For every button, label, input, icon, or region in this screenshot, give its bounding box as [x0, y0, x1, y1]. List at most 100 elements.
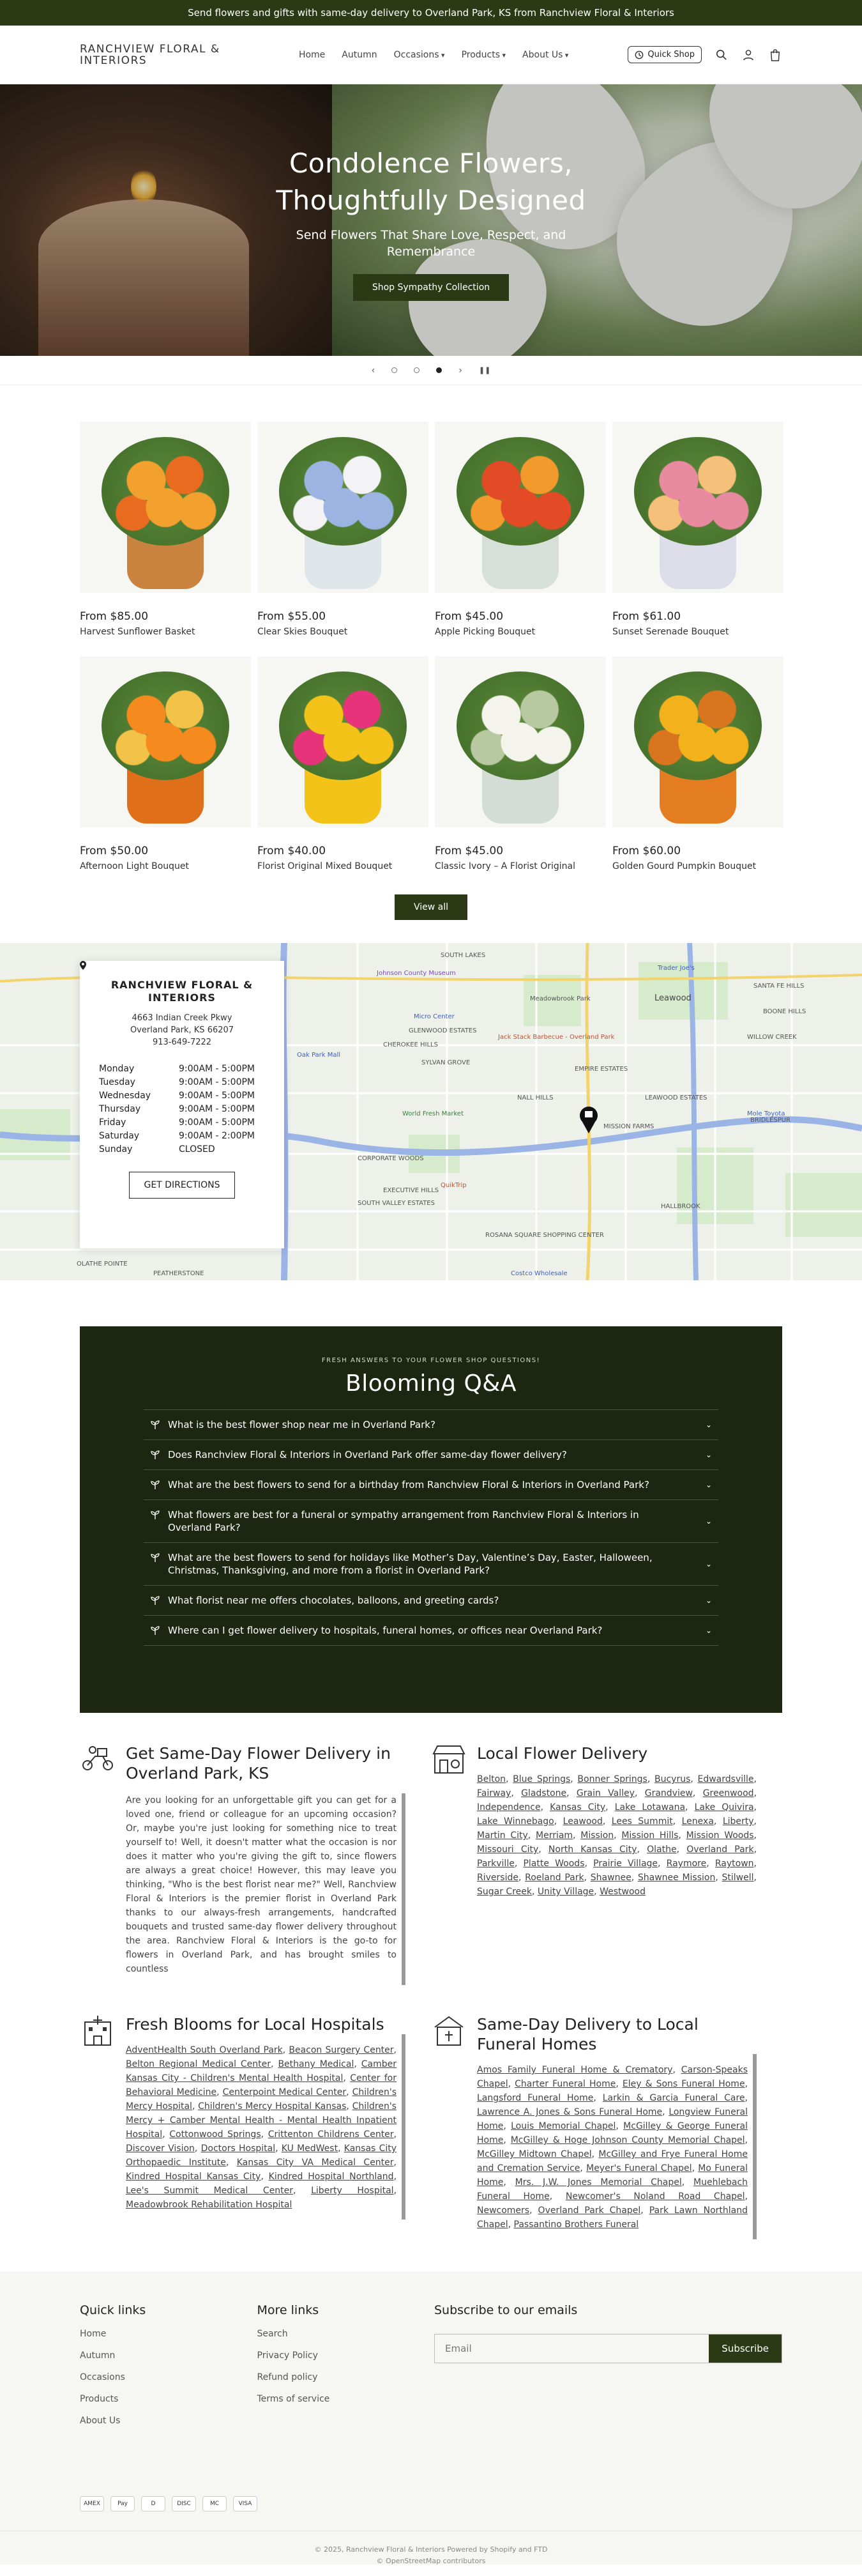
city-link[interactable]: Grandview: [645, 1788, 693, 1798]
funeral-home-link[interactable]: Charter Funeral Home: [515, 2079, 616, 2089]
nav-home[interactable]: Home: [299, 50, 325, 60]
quick-shop-button[interactable]: Quick Shop: [628, 46, 702, 63]
cart-icon[interactable]: [768, 48, 782, 62]
product-name[interactable]: Afternoon Light Bouquet: [80, 861, 251, 871]
slide-dot[interactable]: [414, 367, 420, 373]
product-card[interactable]: From $50.00 Afternoon Light Bouquet: [80, 656, 251, 871]
nav-autumn[interactable]: Autumn: [342, 50, 377, 60]
city-link[interactable]: Edwardsville: [698, 1774, 754, 1784]
city-link[interactable]: Blue Springs: [513, 1774, 570, 1784]
city-link[interactable]: Lenexa: [682, 1816, 714, 1827]
account-icon[interactable]: [741, 48, 755, 62]
footer-link[interactable]: Autumn: [80, 2350, 257, 2361]
faq-item[interactable]: What is the best flower shop near me in …: [144, 1410, 718, 1440]
hospital-link[interactable]: Bethany Medical: [278, 2059, 354, 2069]
city-link[interactable]: Lees Summit: [612, 1816, 673, 1827]
product-image[interactable]: [435, 656, 606, 827]
funeral-home-link[interactable]: Newcomer's Noland Road Chapel: [566, 2191, 745, 2202]
hospital-link[interactable]: Beacon Surgery Center: [289, 2045, 393, 2055]
funeral-home-link[interactable]: McGilley Midtown Chapel: [477, 2149, 592, 2159]
footer-link[interactable]: Refund policy: [257, 2372, 435, 2382]
city-link[interactable]: Belton: [477, 1774, 506, 1784]
faq-item[interactable]: Where can I get flower delivery to hospi…: [144, 1616, 718, 1646]
product-name[interactable]: Harvest Sunflower Basket: [80, 627, 251, 637]
nav-occasions[interactable]: Occasions: [394, 50, 445, 60]
product-name[interactable]: Clear Skies Bouquet: [257, 627, 428, 637]
hospital-link[interactable]: Children's Mercy Hospital Kansas: [198, 2101, 346, 2112]
product-image[interactable]: [80, 656, 251, 827]
hospital-link[interactable]: Discover Vision: [126, 2143, 195, 2154]
city-link[interactable]: Raymore: [667, 1859, 707, 1869]
hospital-link[interactable]: Belton Regional Medical Center: [126, 2059, 271, 2069]
faq-item[interactable]: What are the best flowers to send for ho…: [144, 1543, 718, 1586]
city-link[interactable]: Prairie Village: [593, 1859, 658, 1869]
prev-slide-icon[interactable]: ‹: [372, 365, 375, 376]
funeral-home-link[interactable]: Passantino Brothers Funeral: [514, 2220, 639, 2230]
city-link[interactable]: Unity Village: [538, 1887, 594, 1897]
city-link[interactable]: Roeland Park: [525, 1873, 584, 1883]
product-card[interactable]: From $61.00 Sunset Serenade Bouquet: [612, 422, 783, 637]
funeral-home-link[interactable]: Eley & Sons Funeral Home: [623, 2079, 745, 2089]
get-directions-button[interactable]: GET DIRECTIONS: [80, 961, 235, 1199]
next-slide-icon[interactable]: ›: [458, 365, 462, 376]
hospital-link[interactable]: Cottonwood Springs: [169, 2129, 261, 2140]
city-link[interactable]: Lake Lotawana: [615, 1802, 685, 1813]
city-link[interactable]: Shawnee Mission: [638, 1873, 716, 1883]
funeral-home-link[interactable]: Louis Memorial Chapel: [511, 2121, 616, 2131]
city-link[interactable]: Independence: [477, 1802, 541, 1813]
hospital-link[interactable]: Centerpoint Medical Center: [223, 2087, 347, 2097]
site-logo[interactable]: RANCHVIEW FLORAL & INTERIORS: [80, 43, 259, 66]
city-link[interactable]: Grain Valley: [577, 1788, 635, 1798]
hospital-link[interactable]: KU MedWest: [282, 2143, 338, 2154]
pause-icon[interactable]: ❚❚: [479, 366, 490, 374]
city-link[interactable]: Platte Woods: [523, 1859, 584, 1869]
store-map[interactable]: SOUTH LAKES Leawood GLENWOOD ESTATES CHE…: [0, 943, 862, 1280]
city-link[interactable]: Overland Park: [686, 1844, 753, 1855]
footer-link[interactable]: Privacy Policy: [257, 2350, 435, 2361]
city-link[interactable]: Stilwell: [722, 1873, 754, 1883]
product-card[interactable]: From $55.00 Clear Skies Bouquet: [257, 422, 428, 637]
city-link[interactable]: Olathe: [647, 1844, 676, 1855]
product-card[interactable]: From $85.00 Harvest Sunflower Basket: [80, 422, 251, 637]
funeral-home-link[interactable]: McGilley & Hoge Johnson County Memorial …: [511, 2135, 745, 2145]
footer-link[interactable]: About Us: [80, 2416, 257, 2426]
city-link[interactable]: Gladstone: [521, 1788, 566, 1798]
city-link[interactable]: Shawnee: [591, 1873, 631, 1883]
product-image[interactable]: [80, 422, 251, 593]
funeral-home-link[interactable]: Langsford Funeral Home: [477, 2093, 593, 2103]
product-image[interactable]: [257, 422, 428, 593]
city-link[interactable]: Riverside: [477, 1873, 518, 1883]
product-card[interactable]: From $60.00 Golden Gourd Pumpkin Bouquet: [612, 656, 783, 871]
product-name[interactable]: Classic Ivory – A Florist Original: [435, 861, 606, 871]
slide-dot[interactable]: [391, 367, 398, 373]
city-link[interactable]: Liberty: [723, 1816, 754, 1827]
hospital-link[interactable]: Meadowbrook Rehabilitation Hospital: [126, 2200, 292, 2210]
footer-link[interactable]: Search: [257, 2329, 435, 2339]
city-link[interactable]: Leawood: [563, 1816, 603, 1827]
funeral-home-link[interactable]: Newcomers: [477, 2205, 529, 2216]
product-name[interactable]: Golden Gourd Pumpkin Bouquet: [612, 861, 783, 871]
funeral-home-link[interactable]: Amos Family Funeral Home & Crematory: [477, 2065, 672, 2075]
subscribe-button[interactable]: Subscribe: [709, 2334, 782, 2363]
nav-about-us[interactable]: About Us: [522, 50, 568, 60]
city-link[interactable]: Martin City: [477, 1830, 528, 1841]
funeral-home-link[interactable]: Larkin & Garcia Funeral Care: [603, 2093, 745, 2103]
product-card[interactable]: From $40.00 Florist Original Mixed Bouque…: [257, 656, 428, 871]
city-link[interactable]: Mission Hills: [621, 1830, 678, 1841]
city-link[interactable]: Lake Quivira: [695, 1802, 754, 1813]
funeral-home-link[interactable]: Mrs. J.W. Jones Memorial Chapel: [515, 2177, 682, 2188]
product-card[interactable]: From $45.00 Classic Ivory – A Florist Ori…: [435, 656, 606, 871]
nav-products[interactable]: Products: [462, 50, 506, 60]
hospital-link[interactable]: AdventHealth South Overland Park: [126, 2045, 283, 2055]
city-link[interactable]: Mission Woods: [686, 1830, 754, 1841]
city-link[interactable]: Sugar Creek: [477, 1887, 532, 1897]
city-link[interactable]: Kansas City: [550, 1802, 605, 1813]
city-link[interactable]: Greenwood: [703, 1788, 754, 1798]
faq-item[interactable]: What florist near me offers chocolates, …: [144, 1586, 718, 1616]
email-input[interactable]: Email: [435, 2334, 709, 2363]
product-image[interactable]: [435, 422, 606, 593]
funeral-home-link[interactable]: Meyer's Funeral Chapel: [586, 2163, 692, 2174]
hospital-link[interactable]: Doctors Hospital: [201, 2143, 276, 2154]
city-link[interactable]: Parkville: [477, 1859, 515, 1869]
product-image[interactable]: [257, 656, 428, 827]
